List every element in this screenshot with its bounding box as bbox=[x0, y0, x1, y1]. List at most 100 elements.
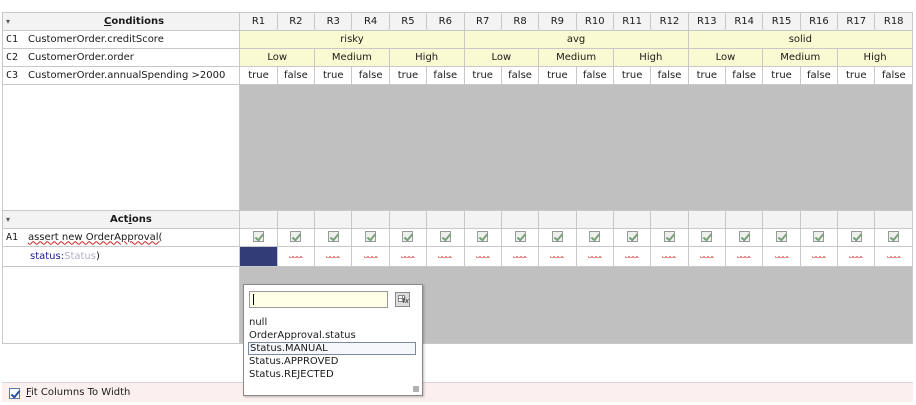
checkmark-icon[interactable] bbox=[327, 231, 339, 242]
checkmark-icon[interactable] bbox=[813, 231, 825, 242]
condition-cell[interactable]: false bbox=[426, 66, 465, 85]
checkmark-icon[interactable] bbox=[477, 231, 489, 242]
rule-header-r9[interactable]: R9 bbox=[538, 12, 577, 31]
value-option[interactable]: null bbox=[248, 316, 416, 329]
checkmark-icon[interactable] bbox=[776, 231, 788, 242]
fit-columns-label[interactable]: Fit Columns To Width bbox=[26, 387, 130, 398]
rule-header-r12[interactable]: R12 bbox=[650, 12, 689, 31]
condition-cell[interactable]: High bbox=[388, 48, 465, 67]
value-option[interactable]: Status.MANUAL bbox=[248, 342, 416, 355]
condition-cell[interactable]: true bbox=[612, 66, 652, 85]
param-cell[interactable] bbox=[650, 246, 689, 267]
rule-header-r13[interactable]: R13 bbox=[687, 12, 727, 31]
condition-cell[interactable]: Low bbox=[687, 48, 764, 67]
param-cell[interactable] bbox=[575, 246, 614, 267]
rule-header-r17[interactable]: R17 bbox=[837, 12, 876, 31]
param-cell[interactable] bbox=[463, 246, 502, 267]
condition-cell[interactable]: High bbox=[612, 48, 689, 67]
action-checkbox-cell[interactable] bbox=[314, 228, 353, 247]
checkmark-icon[interactable] bbox=[701, 231, 713, 242]
param-cell[interactable] bbox=[276, 246, 316, 267]
value-option[interactable]: OrderApproval.status bbox=[248, 329, 416, 342]
resize-grip-icon[interactable] bbox=[413, 386, 419, 392]
value-option[interactable]: Status.REJECTED bbox=[248, 368, 416, 381]
action-param-label[interactable]: status:Status) bbox=[1, 246, 241, 267]
action-checkbox-cell[interactable] bbox=[351, 228, 390, 247]
action-label[interactable]: A1 assert new OrderApproval( bbox=[1, 228, 241, 247]
rule-header-r8[interactable]: R8 bbox=[500, 12, 540, 31]
action-checkbox-cell[interactable] bbox=[762, 228, 801, 247]
condition-cell[interactable]: High bbox=[837, 48, 913, 67]
checkmark-icon[interactable] bbox=[738, 231, 750, 242]
checkmark-icon[interactable] bbox=[589, 231, 601, 242]
condition-cell[interactable]: Low bbox=[463, 48, 540, 67]
sort-triangle-icon[interactable]: ▾ bbox=[6, 212, 16, 228]
condition-cell[interactable]: false bbox=[500, 66, 540, 85]
checkmark-icon[interactable] bbox=[663, 231, 675, 242]
condition-cell[interactable]: true bbox=[388, 66, 428, 85]
action-checkbox-cell[interactable] bbox=[612, 228, 652, 247]
checkmark-icon[interactable] bbox=[850, 231, 862, 242]
action-checkbox-cell[interactable] bbox=[500, 228, 540, 247]
param-cell[interactable] bbox=[837, 246, 876, 267]
param-cell[interactable] bbox=[799, 246, 839, 267]
action-checkbox-cell[interactable] bbox=[575, 228, 614, 247]
condition-cell[interactable]: false bbox=[575, 66, 614, 85]
condition-label[interactable]: C3 CustomerOrder.annualSpending >2000 bbox=[1, 66, 241, 85]
fit-columns-checkbox[interactable] bbox=[9, 388, 20, 399]
action-checkbox-cell[interactable] bbox=[650, 228, 689, 247]
condition-cell[interactable]: false bbox=[351, 66, 390, 85]
checkmark-icon[interactable] bbox=[439, 231, 451, 242]
condition-cell[interactable]: true bbox=[314, 66, 353, 85]
rule-header-r5[interactable]: R5 bbox=[388, 12, 428, 31]
checkmark-icon[interactable] bbox=[290, 231, 302, 242]
rule-header-r16[interactable]: R16 bbox=[799, 12, 839, 31]
value-search-input[interactable] bbox=[249, 291, 388, 308]
param-cell-selected[interactable] bbox=[239, 246, 278, 267]
condition-label[interactable]: C2 CustomerOrder.order bbox=[1, 48, 241, 67]
condition-cell[interactable]: true bbox=[239, 66, 278, 85]
param-cell[interactable] bbox=[538, 246, 577, 267]
condition-cell[interactable]: false bbox=[725, 66, 764, 85]
condition-cell[interactable]: false bbox=[799, 66, 839, 85]
action-checkbox-cell[interactable] bbox=[725, 228, 764, 247]
action-checkbox-cell[interactable] bbox=[276, 228, 316, 247]
action-checkbox-cell[interactable] bbox=[874, 228, 913, 247]
action-checkbox-cell[interactable] bbox=[799, 228, 839, 247]
sort-triangle-icon[interactable]: ▾ bbox=[6, 14, 16, 30]
param-cell[interactable] bbox=[351, 246, 390, 267]
checkmark-icon[interactable] bbox=[253, 231, 265, 242]
action-checkbox-cell[interactable] bbox=[388, 228, 428, 247]
condition-cell[interactable]: false bbox=[650, 66, 689, 85]
condition-cell[interactable]: true bbox=[687, 66, 727, 85]
checkmark-icon[interactable] bbox=[365, 231, 377, 242]
action-checkbox-cell[interactable] bbox=[687, 228, 727, 247]
rule-header-r1[interactable]: R1 bbox=[239, 12, 278, 31]
condition-cell[interactable]: false bbox=[276, 66, 316, 85]
rule-header-r3[interactable]: R3 bbox=[314, 12, 353, 31]
condition-cell[interactable]: true bbox=[463, 66, 502, 85]
param-cell[interactable] bbox=[314, 246, 353, 267]
param-cell[interactable] bbox=[500, 246, 540, 267]
condition-cell[interactable]: Medium bbox=[538, 48, 614, 67]
checkmark-icon[interactable] bbox=[514, 231, 526, 242]
rule-header-r10[interactable]: R10 bbox=[575, 12, 614, 31]
condition-label[interactable]: C1 CustomerOrder.creditScore bbox=[1, 30, 241, 49]
param-cell[interactable] bbox=[687, 246, 727, 267]
value-option[interactable]: Status.APPROVED bbox=[248, 355, 416, 368]
rule-header-r15[interactable]: R15 bbox=[762, 12, 801, 31]
param-cell[interactable] bbox=[725, 246, 764, 267]
condition-cell[interactable]: Medium bbox=[314, 48, 390, 67]
condition-cell[interactable]: true bbox=[538, 66, 577, 85]
action-checkbox-cell[interactable] bbox=[538, 228, 577, 247]
checkmark-icon[interactable] bbox=[626, 231, 638, 242]
condition-cell[interactable]: true bbox=[837, 66, 876, 85]
rule-header-r6[interactable]: R6 bbox=[426, 12, 465, 31]
rule-header-r18[interactable]: R18 bbox=[874, 12, 913, 31]
condition-cell[interactable]: risky bbox=[239, 30, 465, 49]
rule-header-r14[interactable]: R14 bbox=[725, 12, 764, 31]
action-checkbox-cell[interactable] bbox=[239, 228, 278, 247]
param-cell[interactable] bbox=[874, 246, 913, 267]
rule-header-r7[interactable]: R7 bbox=[463, 12, 502, 31]
condition-cell[interactable]: Low bbox=[239, 48, 316, 67]
